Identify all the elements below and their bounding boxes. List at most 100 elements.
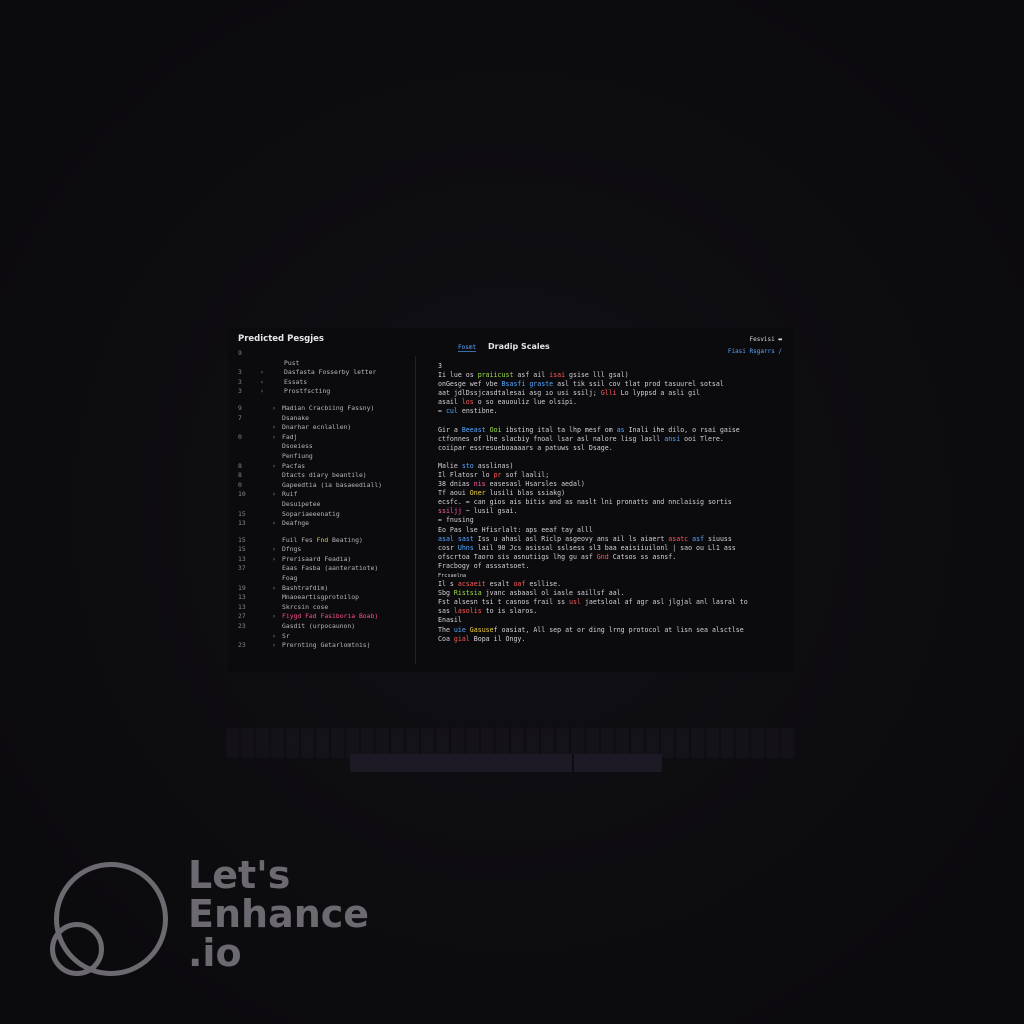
line-number: 13 [238,593,246,602]
tree-item[interactable]: 19 › Bashtrafdim) [238,584,416,594]
top-right-link[interactable]: Fiasi Rsgarrs / [728,348,782,355]
line-number: 37 [238,564,246,573]
tree-item[interactable]: 3 › Dasfasta Fosserby letter [238,368,416,378]
code-line: Eo Pas lse Hfisrlalt: aps eeaf tay alll [438,526,788,535]
tree-item[interactable]: 3 › Prostfscting [238,387,416,397]
tree-item[interactable]: 8 › Pacfas [238,462,416,472]
code-line: Gir a Beeast Ooi ibsting ital ta lhp mes… [438,426,788,435]
code-token: asslinas) [473,461,514,470]
code-token-highlight: Bsasfi graste [501,380,554,389]
code-token: Gir a [438,425,462,434]
code-token: esalt [485,580,514,589]
tree-item-label: Deafnge [282,519,309,528]
tree-item[interactable]: 37 Eaas Fasba (aanteratiote) [238,564,416,574]
tree-item[interactable]: 0 › Fadj [238,433,416,443]
tree-caret-icon[interactable]: › [272,545,276,555]
tree-item-label: Ruif [282,490,298,499]
tree-caret-icon[interactable]: › [272,641,276,651]
tree-item[interactable]: 15 › Dfngs [238,545,416,555]
tree-caret-icon[interactable]: › [260,368,264,378]
tree-item[interactable]: Foag [238,574,416,584]
code-token: Malie [438,461,462,470]
tree-item-label: Prostfscting [284,387,331,396]
tree-item[interactable]: › Sr [238,632,416,642]
tree-item[interactable]: 13 › Prerisaard Feadia) [238,555,416,565]
tree-item[interactable]: 15 Sopariaeeenatig [238,510,416,520]
code-token: Ii lue os [438,371,478,380]
tree-item[interactable]: Penfiung [238,452,416,462]
tree-item[interactable]: 15 Fuil Fes Fnd Beating) [238,536,416,546]
code-token: 38 dnias [438,480,474,489]
top-right-controls: Fesvisi ▬ Fiasi Rsgarrs / [692,336,782,358]
code-line: asal sast Iss u ahasl asl Riclp asgeovy … [438,535,788,544]
code-token: ecsfc. ≈ can gios ais bitis and as naslt… [438,498,732,507]
code-token-highlight: usl [569,598,581,607]
code-token-highlight: uie [453,625,466,634]
sidebar-title: Predicted Pesgjes [238,334,324,344]
line-number: 0 [238,480,242,489]
tree-item[interactable]: Pust [238,359,416,369]
code-token: cosr [438,543,458,552]
tree-item[interactable]: 7 Dsanake [238,414,416,424]
tree-item[interactable]: 8 Dtacts diary beantile) [238,471,416,481]
tree-item-label: Foag [282,574,298,583]
tree-caret-icon[interactable]: › [260,387,264,397]
line-number: 0 [238,432,242,441]
tree-item[interactable]: Dsoeiess [238,442,416,452]
tree-item[interactable]: › Dnarhar ecnlallen) [238,423,416,433]
tree-caret-icon[interactable]: › [272,612,276,622]
line-number: 23 [238,622,246,631]
code-token-highlight: cul [445,407,458,416]
tree-item[interactable]: 23 Gasdit (urpocaunon) [238,622,416,632]
code-token-highlight: Oner [469,489,486,498]
tree-item[interactable]: 13 Mnaoeartisgprotoilop [238,593,416,603]
code-token-highlight: asf [692,534,705,543]
code-token: gsise lll gsal) [565,371,629,380]
code-token-highlight: los [461,398,474,407]
code-token-highlight: gial [453,634,470,643]
watermark-text: Let's Enhance .io [188,856,369,973]
tree-item[interactable]: 3 ‹ Essats [238,378,416,388]
tree-item[interactable]: Desuipetee [238,500,416,510]
tree-item[interactable]: 27 › Fiygd Fad Fasiboria Boab) [238,612,416,622]
top-right-label[interactable]: Fesvisi ▬ [749,336,782,343]
tree-item[interactable]: 23 › Prernting Getarlomtnis) [238,641,416,651]
tree-caret-icon[interactable]: › [272,584,276,594]
tree-item[interactable]: 10 › Ruif [238,490,416,500]
tree-item[interactable]: 13 ‹ Deafnge [238,519,416,529]
tree-item-label: Dasfasta Fosserby letter [284,368,377,377]
tree-caret-icon[interactable]: › [272,632,276,642]
code-token: Sbg [438,589,454,598]
code-line: Coa gial Bopa il Ongy. [438,635,788,644]
tree-item[interactable]: 0 Gapeedtia (ia basaeediall) [238,481,416,491]
code-token: jvanc asbaasl ol iasle saillsf aal. [481,589,625,598]
tree-caret-icon[interactable]: ‹ [260,378,264,388]
tree-item[interactable]: 13 Skrcsin cose [238,603,416,613]
code-line: ecsfc. ≈ can gios ais bitis and as naslt… [438,498,788,507]
tree-caret-icon[interactable]: › [272,423,276,433]
tree-item[interactable]: 9 › Madian Cracbiing Fassny) [238,404,416,414]
code-token-highlight: Uhns [457,543,474,552]
tree-item[interactable]: 9 [238,349,416,359]
tree-item-label: Essats [284,377,308,386]
code-token-highlight: isai [549,371,566,380]
code-token: Lo lyppsd a asli gil [616,389,701,398]
code-area[interactable]: 3 Ii lue os praiicust asf ail isai gsise … [438,362,788,644]
tree-caret-icon[interactable]: › [272,490,276,500]
tree-caret-icon[interactable]: › [272,462,276,472]
editor-pane: Fosmt Dradip Scales Fesvisi ▬ Fiasi Rsga… [438,336,788,667]
tree-label-part: Beating) [328,535,363,544]
code-line: ctfonnes of lhe slacbiy fnoal lsar asl n… [438,435,788,444]
line-number: 3 [238,387,242,396]
tab-file[interactable]: Fosmt [458,344,477,352]
tree-item-label: Skrcsin cose [282,602,329,611]
tree-caret-icon[interactable]: › [272,555,276,565]
code-token-highlight: Gasuse [469,625,494,634]
code-token-highlight: asal [438,534,454,543]
tree-caret-icon[interactable]: › [272,433,276,443]
tree-caret-icon[interactable]: ‹ [272,519,276,529]
tree-caret-icon[interactable]: › [272,404,276,414]
